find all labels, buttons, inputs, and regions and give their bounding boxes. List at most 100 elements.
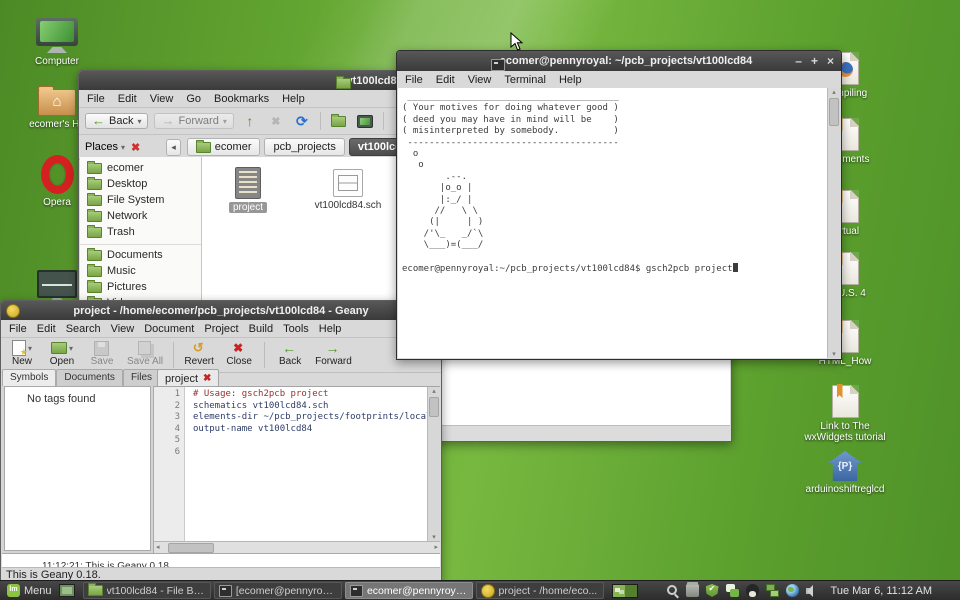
menu-item[interactable]: View [111,323,135,335]
desktop-icon-label: Link to The wxWidgets tutorial [801,421,889,443]
sidebar-place-item[interactable]: Music [80,263,201,279]
menu-item[interactable]: Terminal [504,74,546,86]
update-manager-icon[interactable] [706,584,719,597]
code-editor[interactable]: 1 # Usage: gsch2pcb project 2 schematics… [154,386,440,541]
menu-button[interactable]: Menu [0,581,59,600]
back-button[interactable]: ← Back ▾ [85,113,148,129]
sidebar-tab[interactable]: Symbols [2,369,56,386]
sidebar-place-item[interactable]: Documents [80,244,201,263]
toolbar-button[interactable]: Save [87,340,117,367]
terminal-content[interactable]: _______________________________________ … [398,88,840,358]
symbols-panel[interactable]: No tags found [4,386,151,551]
menu-item[interactable]: Project [204,323,238,335]
sidebar-tab[interactable]: Documents [56,369,123,386]
menu-item[interactable]: Tools [283,323,309,335]
tux-icon[interactable] [746,584,759,597]
desktop-icon[interactable]: Computer [12,18,102,67]
toolbar-button[interactable]: ← Back [275,340,305,367]
menu-item[interactable]: Edit [37,323,56,335]
forward-button[interactable]: → Forward ▾ [154,113,233,129]
toolbar-button[interactable]: ▾ Open [47,340,77,367]
taskbar-window-button[interactable]: [ecomer@pennyroya... [214,582,342,599]
breadcrumb-scroll-left-button[interactable]: ◂ [166,139,181,156]
breadcrumb-button[interactable]: pcb_projects [264,138,344,156]
menu-item[interactable]: File [9,323,27,335]
network-icon[interactable] [766,584,779,597]
desktop-icon[interactable]: arduinoshiftreglcd [800,451,890,495]
trash-icon[interactable] [686,584,699,597]
workspace-1[interactable] [613,585,625,597]
forward-icon: → [325,341,339,355]
sidebar-place-item[interactable]: ecomer [80,160,201,176]
breadcrumb-button[interactable]: ecomer [187,138,261,156]
places-dropdown[interactable]: Places ▾ [85,141,125,153]
maximize-button[interactable]: + [811,51,818,71]
toolbar-button[interactable] [173,342,174,368]
terminal-titlebar[interactable]: ecomer@pennyroyal: ~/pcb_projects/vt100l… [397,51,841,71]
up-button[interactable]: ↑ [240,111,260,131]
volume-icon[interactable] [806,584,819,597]
menu-item[interactable]: Build [249,323,273,335]
refresh-button[interactable]: ⟳ [292,111,312,131]
geany-titlebar[interactable]: project - /home/ecomer/pcb_projects/vt10… [1,301,441,320]
menu-item[interactable]: Help [559,74,582,86]
folder-icon [87,195,102,206]
scroll-right-icon[interactable]: ▸ [434,543,438,551]
editor-horizontal-scrollbar[interactable]: ◂ ▸ [154,541,440,553]
close-sidepane-button[interactable]: ✖ [131,141,140,154]
line-number: 1 [154,389,184,401]
menu-item[interactable]: View [150,93,174,105]
terminal-scrollbar[interactable] [827,88,840,358]
menu-item[interactable]: Bookmarks [214,93,269,105]
home-button[interactable] [329,111,349,131]
menu-item[interactable]: Edit [436,74,455,86]
terminal-icon [219,585,232,597]
taskbar-window-button[interactable]: project - /home/eco... [476,582,604,599]
sidebar-place-item[interactable]: Desktop [80,176,201,192]
toolbar-button[interactable] [264,342,265,368]
sidebar-place-item[interactable]: File System [80,192,201,208]
menu-item[interactable]: File [405,74,423,86]
sidebar-place-item[interactable]: Trash [80,224,201,240]
toolbar-button-label: Forward [315,356,352,367]
sidebar-place-item[interactable]: Network [80,208,201,224]
menu-item[interactable]: Document [144,323,194,335]
code-line: 4 output-name vt100lcd84 [154,424,428,436]
file-item[interactable]: vt100lcd84.sch [298,169,398,211]
sidebar-place-item[interactable]: Pictures [80,279,201,295]
editor-vertical-scrollbar[interactable] [427,387,440,541]
workspace-switcher[interactable] [612,584,638,598]
file-item[interactable]: project [216,167,280,213]
menu-item[interactable]: Search [66,323,101,335]
close-button[interactable]: × [827,51,834,71]
mouse-cursor [510,32,524,52]
toolbar-button[interactable]: Save All [127,340,163,367]
toolbar-button[interactable]: ▾ New [7,340,37,367]
taskbar-window-button[interactable]: ecomer@pennyroyal... [345,582,473,599]
desktop-icon[interactable]: Link to The wxWidgets tutorial [800,385,890,443]
menu-item[interactable]: Help [282,93,305,105]
document-tab[interactable]: project ✖ [157,369,219,386]
menu-item[interactable]: View [468,74,492,86]
taskbar-window-button[interactable]: vt100lcd84 - File Bro... [83,582,211,599]
menu-item[interactable]: Go [186,93,201,105]
close-tab-icon[interactable]: ✖ [203,373,211,384]
workspace-2[interactable] [625,585,637,597]
menu-item[interactable]: Help [319,323,342,335]
menu-item[interactable]: File [87,93,105,105]
toolbar-button[interactable]: ✖ Close [224,340,254,367]
toolbar-button[interactable]: → Forward [315,340,352,367]
clock[interactable]: Tue Mar 6, 11:12 AM [831,585,933,597]
messenger-icon[interactable] [726,584,739,597]
show-desktop-button[interactable] [59,584,75,597]
scroll-left-icon[interactable]: ◂ [156,543,160,551]
menu-item[interactable]: Edit [118,93,137,105]
toolbar-button[interactable]: ↺ Revert [184,340,214,367]
folder-icon [87,282,102,293]
search-icon[interactable] [666,584,679,597]
minimize-button[interactable]: – [795,51,802,71]
computer-button[interactable] [355,111,375,131]
internet-icon[interactable] [786,584,799,597]
stop-button[interactable]: ✖ [266,111,286,131]
close-file-icon: ✖ [233,341,243,355]
